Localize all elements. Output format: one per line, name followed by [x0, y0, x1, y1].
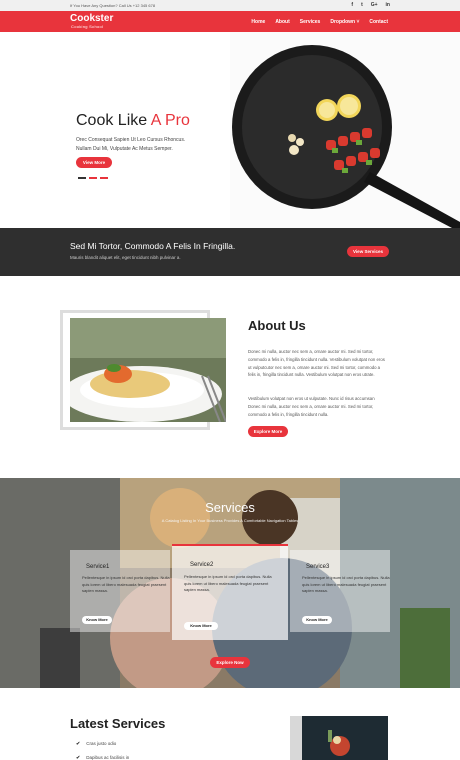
logo[interactable]: Cookster: [70, 14, 113, 24]
main-nav: Cookster Cooking School Home About Servi…: [0, 11, 460, 32]
hero-title: Cook Like A Pro: [76, 112, 190, 129]
pasta-image: [70, 318, 226, 422]
service-card-3: Service3 Pellentesque in ipsum id orci p…: [290, 550, 390, 632]
about-paragraph-1: Donec mi nulla, auctor nec sem a, ornare…: [248, 349, 385, 378]
cta-banner: Sed Mi Tortor, Commodo A Felis In Fringi…: [0, 228, 460, 276]
know-more-button[interactable]: Know More: [302, 616, 332, 624]
slider-dots[interactable]: [78, 177, 108, 179]
check-icon: ✔: [76, 741, 81, 747]
service-card-text: Pellentesque in ipsum id orci porta dapi…: [184, 574, 272, 592]
service-card-2: Service2 Pellentesque in ipsum id orci p…: [172, 544, 288, 640]
banner-title: Sed Mi Tortor, Commodo A Felis In Fringi…: [70, 241, 236, 251]
social-links: f t G+ in: [351, 2, 390, 8]
twitter-icon[interactable]: t: [361, 2, 363, 8]
hero-text: Orec Consequat Sapien Ut Leo Cursus Rhon…: [76, 137, 186, 152]
top-bar: If You Have Any Question? Call Us +12 34…: [0, 0, 460, 11]
about-title: About Us: [248, 318, 306, 333]
list-item: ✔ Cras justo odio: [76, 741, 117, 747]
service-card-title: Service1: [86, 564, 110, 570]
nav-item-about[interactable]: About: [275, 19, 289, 25]
about-paragraph-2: Vestibulum volutpat non eros ut vulputat…: [248, 396, 375, 417]
latest-services-title: Latest Services: [70, 716, 166, 731]
view-services-button[interactable]: View Services: [347, 246, 389, 257]
service-card-1: Service1 Pellentesque in ipsum id orci p…: [70, 550, 170, 632]
nav-item-contact[interactable]: Contact: [369, 19, 388, 25]
nav-item-services[interactable]: Services: [300, 19, 321, 25]
view-more-button[interactable]: View More: [76, 157, 112, 168]
service-card-title: Service2: [190, 562, 214, 568]
know-more-button[interactable]: Know More: [184, 622, 218, 630]
list-item: ✔ Dapibus ac facilisis in: [76, 755, 130, 760]
explore-now-button[interactable]: Explore Now: [210, 657, 250, 668]
latest-services-image: [290, 716, 388, 760]
banner-text: Mauris blandit aliquet elit, eget tincid…: [70, 255, 181, 260]
logo-tagline: Cooking School: [71, 24, 104, 29]
linkedin-icon[interactable]: in: [386, 2, 390, 8]
services-section: Services A Catalog Listing In Your Busin…: [0, 478, 460, 688]
know-more-button[interactable]: Know More: [82, 616, 112, 624]
explore-more-button[interactable]: Explore More: [248, 426, 288, 437]
nav-menu: Home About Services Dropdown ˅ Contact: [251, 19, 388, 25]
services-title: Services: [205, 500, 255, 515]
services-subtitle: A Catalog Listing In Your Business Provi…: [161, 518, 299, 523]
nav-item-home[interactable]: Home: [251, 19, 265, 25]
hero-pan-image: [230, 32, 460, 228]
service-card-text: Pellentesque in ipsum id orci porta dapi…: [302, 575, 390, 593]
contact-info: If You Have Any Question? Call Us +12 34…: [70, 3, 156, 8]
facebook-icon[interactable]: f: [351, 2, 353, 8]
nav-item-dropdown[interactable]: Dropdown ˅: [330, 19, 359, 25]
service-card-title: Service3: [306, 564, 330, 570]
service-card-text: Pellentesque in ipsum id orci porta dapi…: [82, 575, 170, 593]
check-icon: ✔: [76, 755, 81, 760]
google-plus-icon[interactable]: G+: [371, 2, 378, 8]
